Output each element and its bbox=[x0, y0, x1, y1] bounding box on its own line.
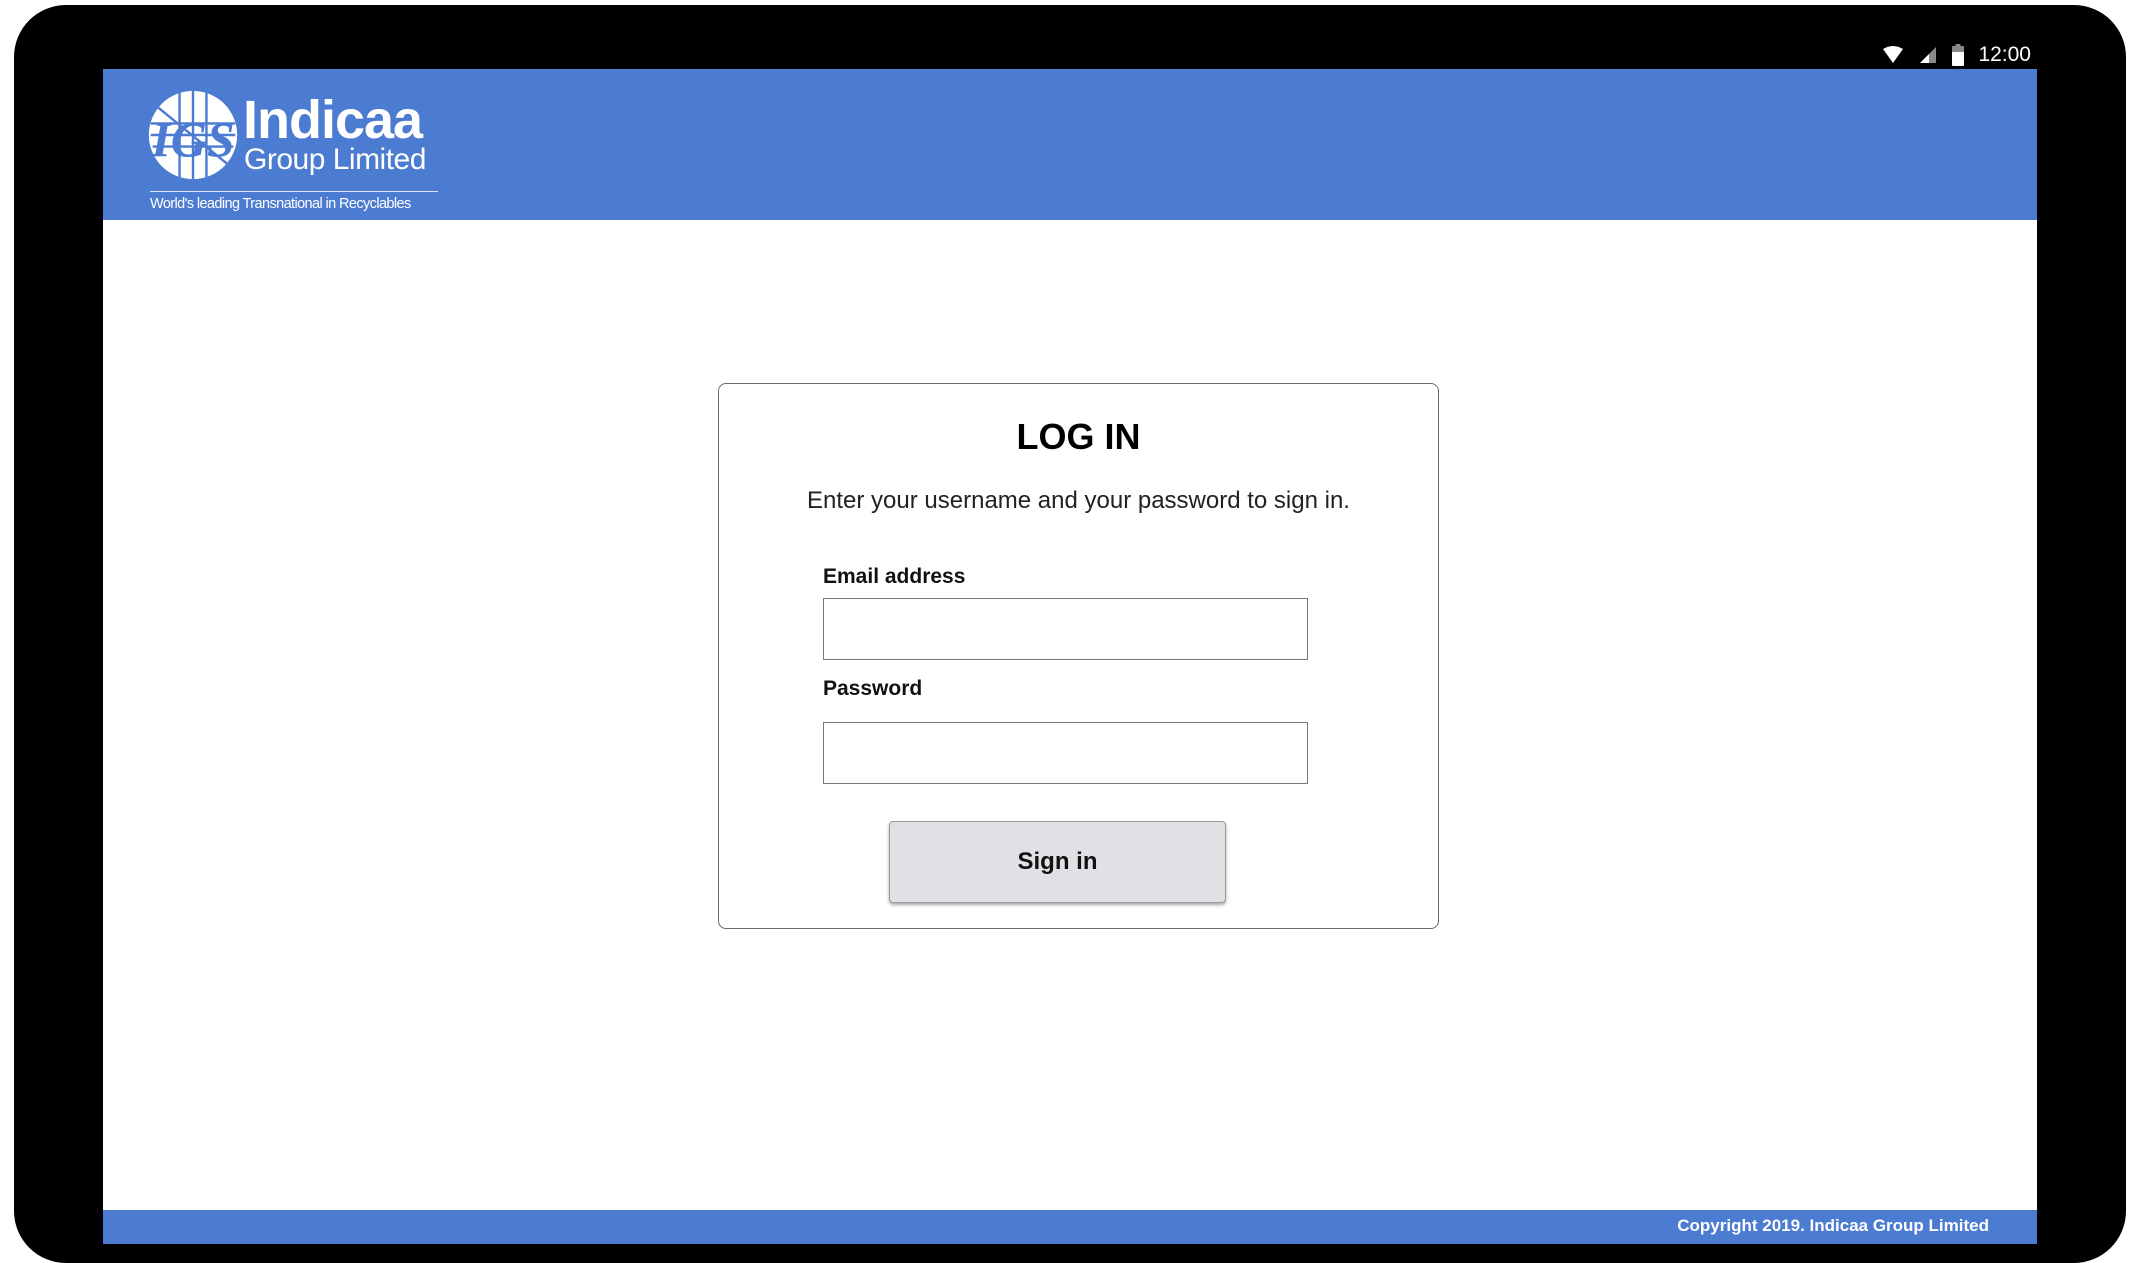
logo-globe-icon: IGS bbox=[148, 90, 238, 180]
app-footer: Copyright 2019. Indicaa Group Limited bbox=[103, 1210, 2037, 1244]
wifi-icon bbox=[1882, 46, 1904, 64]
company-logo[interactable]: IGS Indicaa Group Limited World's leadin… bbox=[143, 85, 443, 212]
email-field[interactable] bbox=[823, 598, 1308, 660]
status-bar: 12:00 bbox=[103, 5, 2037, 69]
email-label: Email address bbox=[823, 565, 966, 588]
password-field[interactable] bbox=[823, 722, 1308, 784]
login-card: LOG IN Enter your username and your pass… bbox=[718, 383, 1439, 929]
signal-icon bbox=[1918, 46, 1938, 64]
app-screen: IGS Indicaa Group Limited World's leadin… bbox=[103, 69, 2037, 1244]
logo-tagline: World's leading Transnational in Recycla… bbox=[150, 191, 438, 212]
login-title: LOG IN bbox=[1016, 416, 1141, 457]
svg-text:IGS: IGS bbox=[150, 112, 234, 167]
sign-in-button[interactable]: Sign in bbox=[889, 821, 1226, 903]
app-header: IGS Indicaa Group Limited World's leadin… bbox=[103, 69, 2037, 220]
logo-subtitle: Group Limited bbox=[244, 143, 426, 176]
status-icons: 12:00 bbox=[1882, 38, 2031, 72]
login-instructions: Enter your username and your password to… bbox=[807, 487, 1350, 514]
battery-icon bbox=[1952, 44, 1965, 66]
copyright-text: Copyright 2019. Indicaa Group Limited bbox=[1677, 1216, 1989, 1235]
password-label: Password bbox=[823, 677, 923, 700]
clock: 12:00 bbox=[1978, 43, 2031, 66]
logo-brand-name: Indicaa bbox=[243, 90, 423, 150]
tablet-frame: 12:00 IGS Indicaa Group Limited World's … bbox=[14, 5, 2126, 1263]
